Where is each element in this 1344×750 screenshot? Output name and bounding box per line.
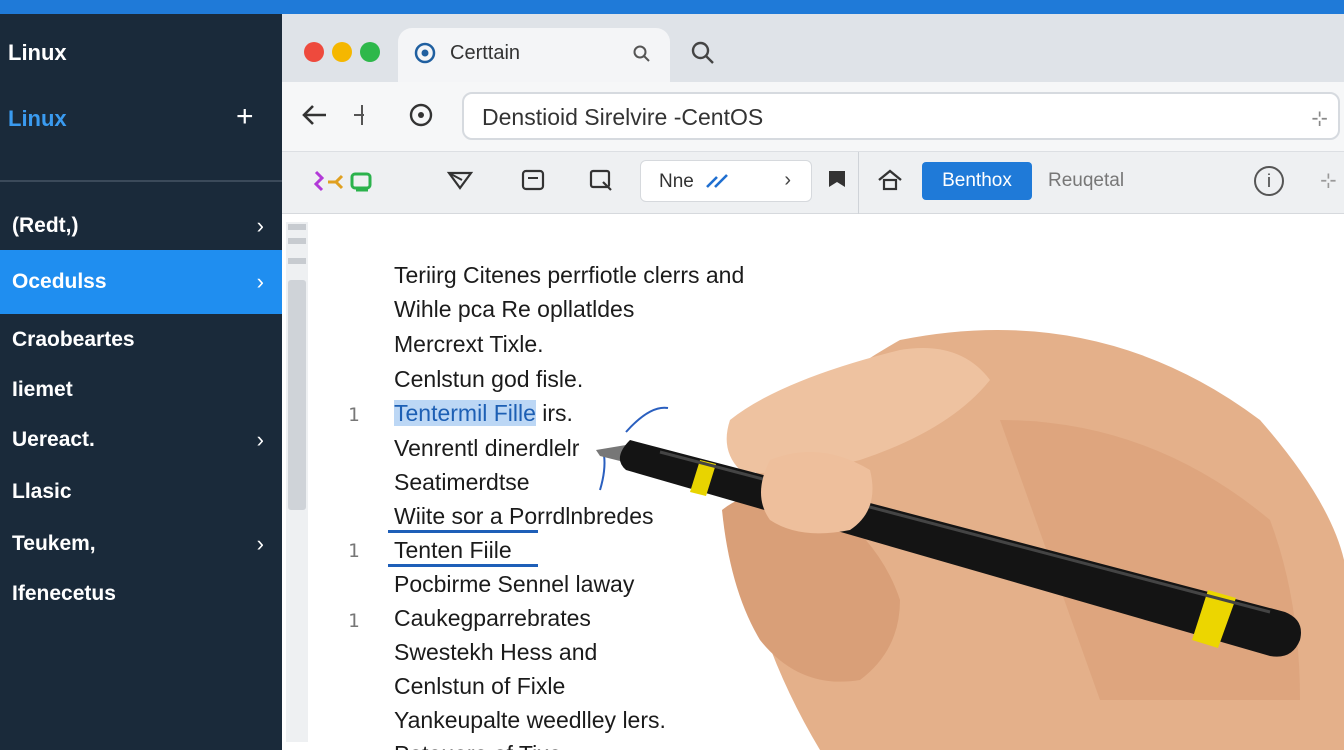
- sidebar-item-label: Uereact.: [12, 428, 95, 451]
- editor-line[interactable]: Wihle pca Re opllatldes: [394, 296, 634, 323]
- mode-selector[interactable]: Nne ›: [640, 160, 812, 202]
- line-number: 1: [348, 404, 360, 426]
- mode-selector-label: Nne: [659, 171, 694, 192]
- editor-line[interactable]: Seatimerdtse: [394, 469, 530, 496]
- back-arrow-icon[interactable]: [300, 100, 330, 137]
- chevron-right-icon: ›: [256, 213, 264, 238]
- sidebar: Linux Linux + (Redt,) › Ocedulss › Craob…: [0, 14, 282, 750]
- editor-line[interactable]: Tenten Fiile: [394, 537, 512, 564]
- tab-title: Certtain: [450, 42, 521, 64]
- sidebar-divider: [0, 180, 282, 182]
- browser-tab[interactable]: Certtain: [398, 28, 670, 82]
- sidebar-item-7[interactable]: Teukem, ›: [0, 518, 282, 570]
- info-icon[interactable]: i: [1254, 166, 1284, 196]
- editor-toolbar: Nne › Benthox Reuqetal i ⊹: [282, 152, 1344, 214]
- chevron-right-icon: ›: [256, 269, 264, 294]
- add-icon[interactable]: +: [236, 100, 254, 134]
- editor-line[interactable]: Teriirg Citenes perrfiotle clerrs and: [394, 262, 744, 289]
- bookmark-icon[interactable]: [826, 168, 848, 196]
- text-underline: [388, 564, 538, 567]
- sidebar-title: Linux: [8, 40, 67, 65]
- text-editor[interactable]: Teriirg Citenes perrfiotle clerrs and Wi…: [282, 214, 1344, 750]
- color-tools-icon[interactable]: [312, 168, 382, 202]
- search-icon[interactable]: [632, 44, 652, 69]
- sidebar-item-label: Craobeartes: [12, 328, 135, 351]
- minimize-window-button[interactable]: [332, 42, 352, 62]
- sidebar-item-6[interactable]: Llasic: [0, 466, 282, 518]
- extension-icon[interactable]: ⊹: [1311, 106, 1328, 131]
- send-icon[interactable]: [446, 168, 474, 198]
- editor-line[interactable]: Mercrext Tixle.: [394, 331, 544, 358]
- window-icon[interactable]: [520, 168, 546, 198]
- secondary-link[interactable]: Reuqetal: [1048, 170, 1124, 192]
- sidebar-item-label: Ocedulss: [12, 270, 107, 293]
- chevron-right-icon: ›: [256, 427, 264, 452]
- sidebar-item-2-active[interactable]: Ocedulss ›: [0, 250, 282, 314]
- editor-line[interactable]: Poteuere of Tixe: [394, 741, 562, 750]
- editor-line[interactable]: Yankeupalte weedlley lers.: [394, 707, 666, 734]
- chevron-right-icon: ›: [256, 531, 264, 556]
- editor-line-highlighted[interactable]: Tentermil Fille irs.: [394, 400, 573, 427]
- editor-line[interactable]: Wiite sor a Porrdlnbredes: [394, 503, 654, 530]
- top-accent-strip: [0, 0, 1344, 14]
- sidebar-item-1[interactable]: (Redt,) ›: [0, 200, 282, 252]
- sidebar-item-label: Llasic: [12, 480, 72, 503]
- home-icon[interactable]: [876, 168, 904, 198]
- preview-icon[interactable]: [588, 168, 614, 198]
- primary-button[interactable]: Benthox: [922, 162, 1032, 200]
- line-number: 1: [348, 540, 360, 562]
- address-bar-row: Denstioid Sirelvire -CentOS ⊹: [282, 82, 1344, 152]
- editor-line[interactable]: Venrentl dinerdlelr: [394, 435, 579, 462]
- chevron-right-icon: ›: [784, 169, 791, 191]
- close-window-button[interactable]: [304, 42, 324, 62]
- scroll-marker: [288, 258, 306, 264]
- sidebar-item-5[interactable]: Uereact. ›: [0, 414, 282, 466]
- toolbar-divider: [858, 152, 859, 214]
- line-tail: irs.: [535, 400, 573, 426]
- editor-line[interactable]: Pocbirme Sennel laway: [394, 571, 634, 598]
- sidebar-item-3[interactable]: Craobeartes: [0, 314, 282, 366]
- url-text: Denstioid Sirelvire -CentOS: [482, 104, 764, 130]
- selected-text[interactable]: Tentermil Fille: [394, 400, 536, 426]
- url-input[interactable]: Denstioid Sirelvire -CentOS ⊹: [462, 92, 1340, 140]
- sidebar-item-label: (Redt,): [12, 214, 79, 237]
- search-icon[interactable]: [690, 40, 716, 71]
- reload-icon[interactable]: [406, 100, 436, 137]
- scroll-marker: [288, 238, 306, 244]
- sidebar-item-8[interactable]: Ifenecetus: [0, 568, 282, 620]
- sidebar-item-label: Iiemet: [12, 378, 73, 401]
- forward-icon[interactable]: [348, 100, 378, 137]
- editor-line[interactable]: Swestekh Hess and: [394, 639, 597, 666]
- sidebar-subtitle[interactable]: Linux: [8, 106, 67, 132]
- extension-icon[interactable]: ⊹: [1320, 168, 1337, 193]
- pen-icon: [705, 171, 731, 196]
- scrollbar-thumb[interactable]: [288, 280, 306, 510]
- scroll-marker: [288, 224, 306, 230]
- tab-favicon-icon: [414, 42, 436, 70]
- editor-line[interactable]: Caukegparrebrates: [394, 605, 591, 632]
- text-underline: [388, 530, 538, 533]
- sidebar-item-label: Ifenecetus: [12, 582, 116, 605]
- sidebar-item-label: Teukem,: [12, 532, 96, 555]
- line-number: 1: [348, 610, 360, 632]
- sidebar-item-4[interactable]: Iiemet: [0, 364, 282, 416]
- editor-line[interactable]: Cenlstun of Fixle: [394, 673, 565, 700]
- maximize-window-button[interactable]: [360, 42, 380, 62]
- editor-line[interactable]: Cenlstun god fisle.: [394, 366, 583, 393]
